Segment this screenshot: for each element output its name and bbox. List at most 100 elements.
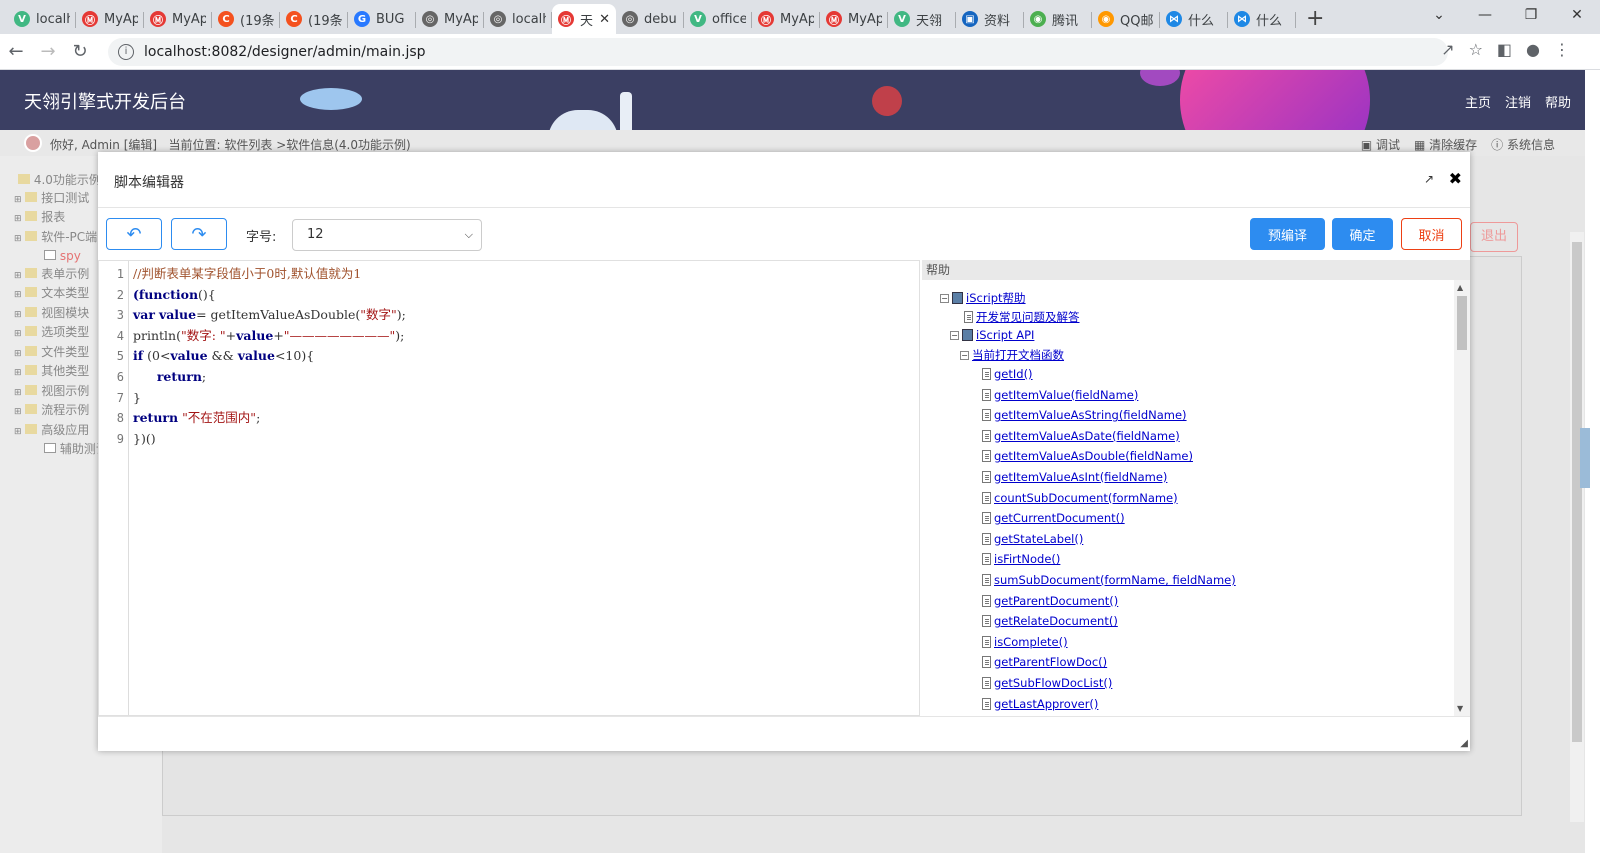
- tree-item[interactable]: ⊞ 文本类型: [14, 285, 108, 305]
- help-function-link[interactable]: getId(): [994, 367, 1033, 381]
- url-field[interactable]: i localhost:8082/designer/admin/main.jsp: [108, 38, 1448, 66]
- home-link[interactable]: 主页: [1465, 92, 1491, 111]
- tree-item[interactable]: ⊞ 报表: [14, 209, 108, 229]
- help-function-node[interactable]: getCurrentDocument(): [982, 511, 1125, 525]
- help-function-node[interactable]: isComplete(): [982, 635, 1068, 649]
- tree-item[interactable]: ⊞ 表单示例: [14, 266, 108, 286]
- browser-tab[interactable]: C (19条: [280, 4, 348, 34]
- scroll-down-icon[interactable]: ▼: [1457, 704, 1463, 713]
- help-function-link[interactable]: countSubDocument(formName): [994, 491, 1178, 505]
- help-function-link[interactable]: getParentFlowDoc(): [994, 655, 1107, 669]
- help-function-link[interactable]: getItemValueAsString(fieldName): [994, 408, 1187, 422]
- site-info-icon[interactable]: i: [118, 44, 134, 60]
- resize-handle-icon[interactable]: ◢: [1460, 738, 1468, 749]
- precompile-button[interactable]: 预编译: [1250, 218, 1325, 250]
- tab-list-icon[interactable]: ⌄: [1416, 0, 1462, 30]
- font-size-select[interactable]: 12 ⌵: [292, 219, 482, 251]
- help-function-node[interactable]: getItemValueAsInt(fieldName): [982, 470, 1167, 484]
- browser-tab[interactable]: Ⓜ MyAp: [144, 4, 212, 34]
- api-link[interactable]: iScript API: [976, 328, 1034, 342]
- help-function-node[interactable]: getRelateDocument(): [982, 614, 1118, 628]
- tree-item[interactable]: ⊞ 视图示例: [14, 383, 108, 403]
- logout-link[interactable]: 注销: [1505, 92, 1531, 111]
- help-scrollbar[interactable]: ▲ ▼: [1454, 280, 1470, 716]
- code-content[interactable]: //判断表单某字段值小于0时,默认值就为1 (function(){ var v…: [133, 264, 919, 449]
- help-function-link[interactable]: isComplete(): [994, 635, 1068, 649]
- help-function-node[interactable]: getParentFlowDoc(): [982, 655, 1107, 669]
- scroll-up-icon[interactable]: ▲: [1457, 283, 1463, 292]
- browser-tab[interactable]: Ⓜ 天 ✕: [552, 4, 616, 34]
- clear-cache-link[interactable]: ▦ 清除缓存: [1414, 136, 1477, 153]
- browser-tab[interactable]: ◉ QQ邮: [1092, 4, 1160, 34]
- browser-tab[interactable]: Ⓜ MyAp: [820, 4, 888, 34]
- close-tab-icon[interactable]: ✕: [599, 12, 610, 27]
- close-icon[interactable]: ✖: [1449, 169, 1462, 188]
- help-function-node[interactable]: getParentDocument(): [982, 594, 1118, 608]
- redo-button[interactable]: ↷: [171, 218, 227, 250]
- help-function-link[interactable]: getLastApprover(): [994, 697, 1098, 711]
- help-function-link[interactable]: getItemValue(fieldName): [994, 388, 1138, 402]
- help-function-link[interactable]: getItemValueAsDouble(fieldName): [994, 449, 1193, 463]
- greeting[interactable]: 你好, Admin [编辑]: [50, 138, 157, 152]
- help-function-node[interactable]: getItemValueAsDouble(fieldName): [982, 449, 1193, 463]
- browser-tab[interactable]: ◎ localh: [484, 4, 552, 34]
- undo-button[interactable]: ↶: [106, 218, 162, 250]
- tree-item[interactable]: ⊞ 高级应用: [14, 422, 108, 442]
- browser-tab[interactable]: Vlocalh: [8, 4, 76, 34]
- scroll-thumb[interactable]: [1457, 296, 1467, 350]
- help-function-link[interactable]: getSubFlowDocList(): [994, 676, 1112, 690]
- help-function-link[interactable]: getRelateDocument(): [994, 614, 1118, 628]
- profile-icon[interactable]: ●: [1526, 40, 1540, 59]
- collapse-icon[interactable]: −: [960, 350, 969, 360]
- help-function-node[interactable]: getStateLabel(): [982, 532, 1083, 546]
- help-faq-node[interactable]: 开发常见问题及解答: [964, 309, 1080, 325]
- side-panel-icon[interactable]: ◧: [1497, 40, 1512, 59]
- browser-tab[interactable]: Ⓜ MyAp: [76, 4, 144, 34]
- code-editor[interactable]: 1 2 3 4 5 6 7 8 9 //判断表单某字段值小于0时,默认值就为1 (functio…: [98, 260, 920, 716]
- tree-item[interactable]: ⊞ 接口测试: [14, 190, 108, 210]
- help-current-node[interactable]: − 当前打开文档函数: [960, 347, 1064, 363]
- help-function-node[interactable]: getId(): [982, 367, 1033, 381]
- browser-tab[interactable]: ▣ 资料: [956, 4, 1024, 34]
- help-function-node[interactable]: isFirtNode(): [982, 552, 1060, 566]
- browser-tab[interactable]: ◉ 腾讯: [1024, 4, 1092, 34]
- forward-icon[interactable]: →: [32, 41, 64, 62]
- confirm-button[interactable]: 确定: [1332, 218, 1393, 250]
- tree-item[interactable]: ⊞ 其他类型: [14, 363, 108, 383]
- help-function-link[interactable]: sumSubDocument(formName, fieldName): [994, 573, 1236, 587]
- share-icon[interactable]: ↗: [1441, 40, 1454, 59]
- cancel-button[interactable]: 取消: [1401, 218, 1462, 250]
- help-function-link[interactable]: getItemValueAsDate(fieldName): [994, 429, 1180, 443]
- system-info-link[interactable]: ⓘ 系统信息: [1491, 136, 1555, 153]
- back-icon[interactable]: ←: [0, 41, 32, 62]
- reload-icon[interactable]: ↻: [64, 41, 96, 62]
- minimize-icon[interactable]: —: [1462, 0, 1508, 30]
- page-scrollbar[interactable]: [1570, 232, 1584, 822]
- browser-tab[interactable]: Ⓜ MyAp: [752, 4, 820, 34]
- help-function-node[interactable]: getItemValueAsDate(fieldName): [982, 429, 1180, 443]
- faq-link[interactable]: 开发常见问题及解答: [976, 309, 1080, 325]
- browser-tab[interactable]: ⋈ 什么: [1160, 4, 1228, 34]
- help-function-link[interactable]: getCurrentDocument(): [994, 511, 1125, 525]
- help-function-node[interactable]: getSubFlowDocList(): [982, 676, 1112, 690]
- tree-item[interactable]: 4.0功能示例: [14, 172, 108, 190]
- help-function-link[interactable]: isFirtNode(): [994, 552, 1060, 566]
- current-doc-functions-link[interactable]: 当前打开文档函数: [972, 347, 1064, 363]
- tree-item[interactable]: ⊞ 选项类型: [14, 324, 108, 344]
- browser-tab[interactable]: ◎ MyAp: [416, 4, 484, 34]
- debug-link[interactable]: ▣ 调试: [1361, 136, 1400, 153]
- side-collapse-handle[interactable]: [1580, 428, 1590, 488]
- browser-tab[interactable]: ⋈ 什么: [1228, 4, 1296, 34]
- browser-tab[interactable]: V 天翎: [888, 4, 956, 34]
- collapse-icon[interactable]: −: [940, 293, 949, 303]
- close-window-icon[interactable]: ✕: [1554, 0, 1600, 30]
- help-function-link[interactable]: getParentDocument(): [994, 594, 1118, 608]
- help-function-link[interactable]: getStateLabel(): [994, 532, 1083, 546]
- tree-item[interactable]: ⊞ 文件类型: [14, 344, 108, 364]
- browser-tab[interactable]: Voffice: [684, 4, 752, 34]
- tree-item[interactable]: ⊞ 软件-PC端: [14, 229, 108, 249]
- help-link[interactable]: 帮助: [1545, 92, 1571, 111]
- help-function-node[interactable]: getItemValue(fieldName): [982, 388, 1138, 402]
- menu-kebab-icon[interactable]: ⋮: [1554, 40, 1570, 59]
- browser-tab[interactable]: G BUG: [348, 4, 416, 34]
